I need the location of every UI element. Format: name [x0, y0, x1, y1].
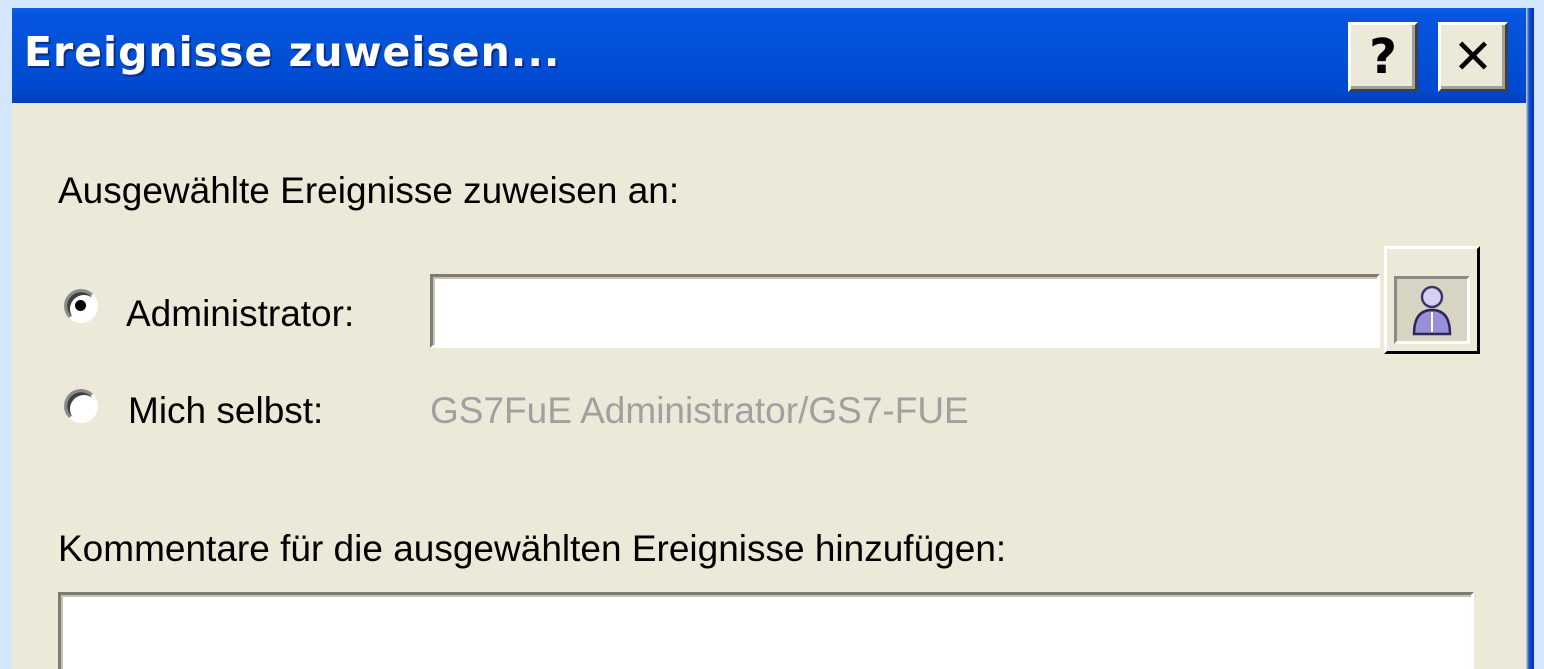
administrator-radio[interactable] — [64, 289, 98, 323]
assign-events-dialog: Ereignisse zuweisen... ? ✕ Ausgewählte E… — [12, 8, 1532, 669]
comments-heading: Kommentare für die ausgewählten Ereignis… — [58, 528, 1007, 569]
administrator-radio-label[interactable]: Administrator: — [126, 293, 354, 335]
dialog-title: Ereignisse zuweisen... — [24, 28, 561, 76]
myself-radio[interactable] — [64, 389, 98, 423]
myself-radio-label[interactable]: Mich selbst: — [128, 390, 323, 432]
current-user-value: GS7FuE Administrator/GS7-FUE — [430, 390, 969, 431]
window-right-frame — [1526, 8, 1534, 669]
close-icon: ✕ — [1452, 29, 1494, 85]
help-button[interactable]: ? — [1348, 22, 1418, 92]
title-bar[interactable]: Ereignisse zuweisen... ? ✕ — [12, 8, 1532, 103]
user-icon — [1412, 285, 1452, 336]
help-icon: ? — [1369, 29, 1397, 85]
select-user-button[interactable] — [1384, 246, 1480, 354]
administrator-input[interactable] — [430, 274, 1380, 348]
comments-textarea[interactable] — [58, 592, 1474, 669]
assign-to-heading: Ausgewählte Ereignisse zuweisen an: — [58, 170, 680, 211]
close-button[interactable]: ✕ — [1438, 22, 1508, 92]
select-user-button-face — [1394, 276, 1470, 344]
